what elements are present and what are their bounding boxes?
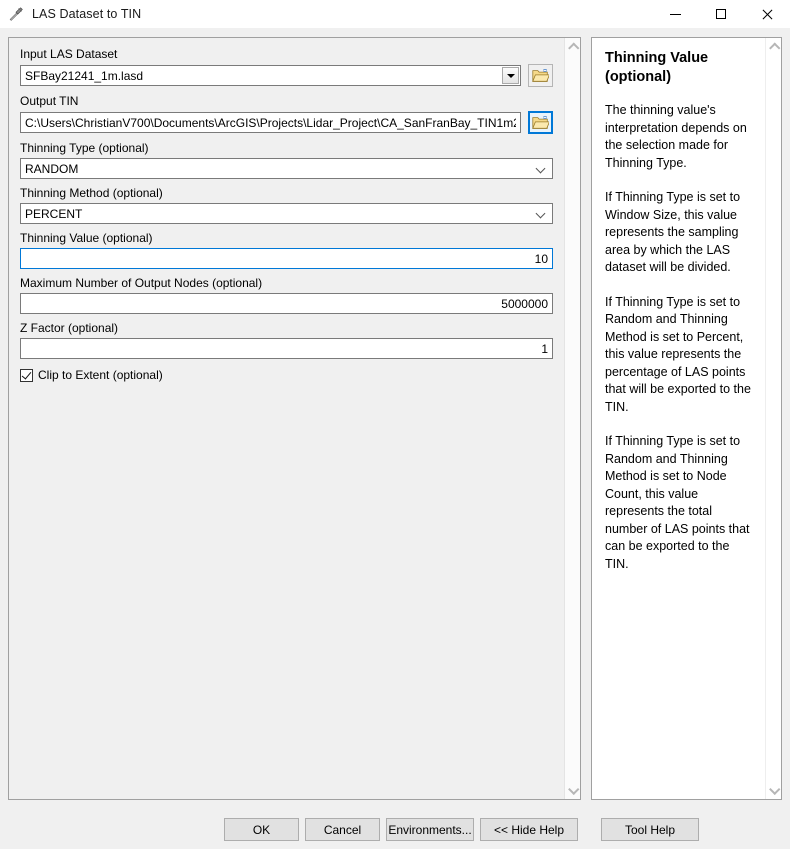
dropdown-arrow-button[interactable] xyxy=(502,67,519,84)
close-icon xyxy=(761,8,773,20)
window-titlebar: LAS Dataset to TIN xyxy=(0,0,790,28)
thinning-method-dropdown[interactable] xyxy=(20,203,553,224)
browse-folder-button-input[interactable] xyxy=(528,64,553,87)
tool-help-button[interactable]: Tool Help xyxy=(601,818,699,841)
parameters-scrollbar[interactable] xyxy=(564,38,580,799)
scroll-down-button[interactable] xyxy=(565,782,580,799)
thinning-value-field[interactable] xyxy=(20,248,553,269)
label-z-factor: Z Factor (optional) xyxy=(20,321,119,335)
parameters-panel: Input LAS Dataset SFBay21241_1m.lasd Out… xyxy=(8,37,581,800)
chevron-up-icon xyxy=(771,43,778,50)
field-z-factor: Z Factor (optional) xyxy=(20,321,565,359)
output-tin-row xyxy=(20,111,565,134)
environments-button[interactable]: Environments... xyxy=(386,818,474,841)
field-thinning-value: Thinning Value (optional) xyxy=(20,231,565,269)
dialog-button-bar: OK Cancel Environments... << Hide Help T… xyxy=(0,809,790,849)
label-output-tin: Output TIN xyxy=(20,94,79,108)
field-input-las-dataset: Input LAS Dataset xyxy=(20,47,565,87)
output-tin-field[interactable] xyxy=(20,112,521,133)
help-panel: Thinning Value (optional) The thinning v… xyxy=(591,37,782,800)
ok-button[interactable]: OK xyxy=(224,818,299,841)
chevron-down-icon xyxy=(506,73,515,78)
label-max-output-nodes: Maximum Number of Output Nodes (optional… xyxy=(20,276,263,290)
help-paragraph: If Thinning Type is set to Random and Th… xyxy=(605,434,750,571)
help-paragraph: If Thinning Type is set to Random and Th… xyxy=(605,294,751,414)
label-input-las-dataset: Input LAS Dataset xyxy=(20,47,118,61)
help-title: Thinning Value (optional) xyxy=(605,50,709,85)
help-paragraph: If Thinning Type is set to Window Size, … xyxy=(605,190,741,274)
help-paragraph: The thinning value's interpretation depe… xyxy=(605,103,747,170)
window-title: LAS Dataset to TIN xyxy=(32,7,142,21)
input-las-dataset-row xyxy=(20,64,565,87)
close-button[interactable] xyxy=(744,0,790,28)
label-thinning-value: Thinning Value (optional) xyxy=(20,231,153,245)
minimize-button[interactable] xyxy=(652,0,698,28)
clip-to-extent-label: Clip to Extent (optional) xyxy=(38,368,163,382)
max-output-nodes-field[interactable] xyxy=(20,293,553,314)
maximize-button[interactable] xyxy=(698,0,744,28)
thinning-method-value[interactable] xyxy=(20,203,553,224)
hammer-tool-icon xyxy=(7,5,25,23)
z-factor-field[interactable] xyxy=(20,338,553,359)
clip-to-extent-checkbox[interactable] xyxy=(20,368,33,382)
clip-to-extent-row[interactable]: Clip to Extent (optional) xyxy=(20,368,565,382)
browse-folder-button-output[interactable] xyxy=(528,111,553,134)
label-thinning-type: Thinning Type (optional) xyxy=(20,141,149,155)
label-thinning-method: Thinning Method (optional) xyxy=(20,186,163,200)
cancel-button[interactable]: Cancel xyxy=(305,818,380,841)
scroll-down-button[interactable] xyxy=(766,782,781,799)
chevron-down-icon xyxy=(771,787,778,794)
maximize-icon xyxy=(716,9,726,19)
field-thinning-type: Thinning Type (optional) xyxy=(20,141,565,179)
field-thinning-method: Thinning Method (optional) xyxy=(20,186,565,224)
help-content: Thinning Value (optional) The thinning v… xyxy=(592,38,766,799)
minimize-icon xyxy=(669,13,681,15)
chevron-down-icon xyxy=(570,787,577,794)
field-max-output-nodes: Maximum Number of Output Nodes (optional… xyxy=(20,276,565,314)
parameters-list: Input LAS Dataset SFBay21241_1m.lasd Out… xyxy=(9,38,565,799)
thinning-type-value[interactable] xyxy=(20,158,553,179)
input-las-dataset-field[interactable] xyxy=(20,65,521,86)
window-controls xyxy=(652,0,790,28)
help-scrollbar[interactable] xyxy=(765,38,781,799)
thinning-type-dropdown[interactable] xyxy=(20,158,553,179)
dialog-content: Input LAS Dataset SFBay21241_1m.lasd Out… xyxy=(0,28,790,809)
field-output-tin: Output TIN xyxy=(20,94,565,134)
scroll-up-button[interactable] xyxy=(766,38,781,55)
chevron-up-icon xyxy=(570,43,577,50)
hide-help-button[interactable]: << Hide Help xyxy=(480,818,578,841)
scroll-up-button[interactable] xyxy=(565,38,580,55)
input-las-dataset-combo[interactable] xyxy=(20,65,521,86)
